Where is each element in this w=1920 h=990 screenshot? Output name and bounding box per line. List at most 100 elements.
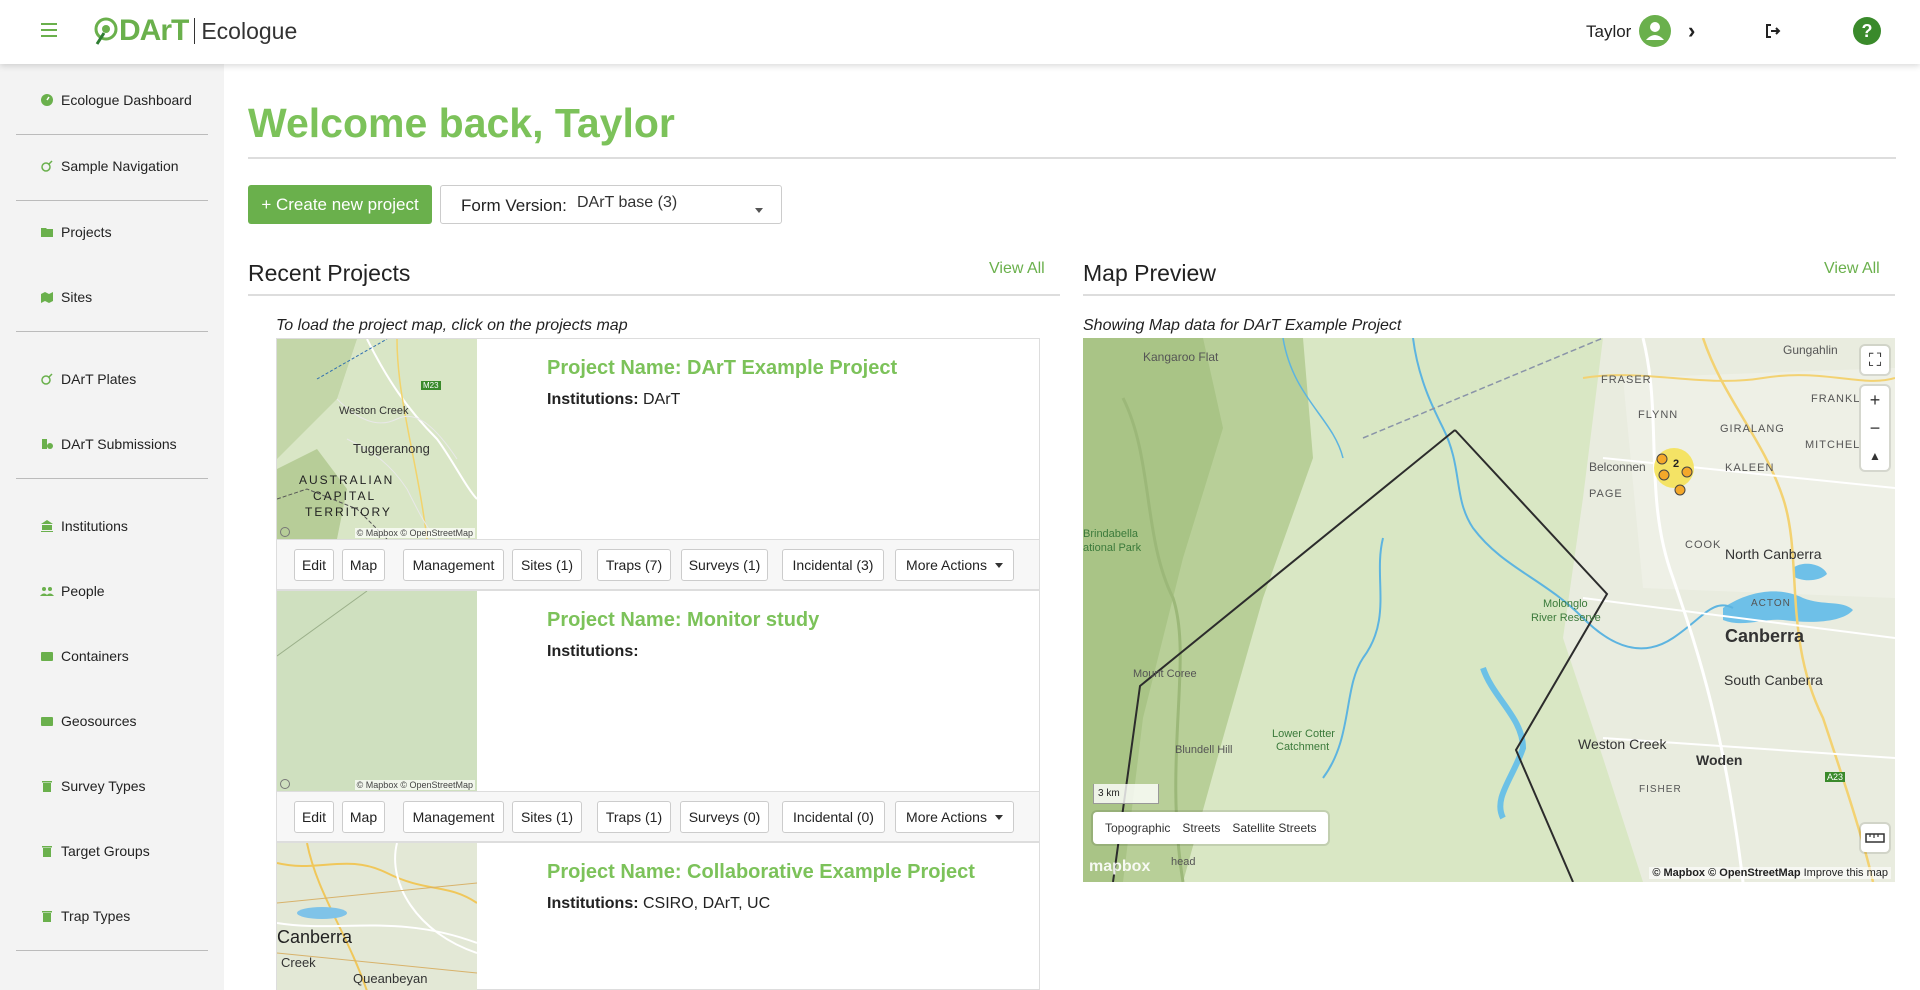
sidebar-item-label: Institutions [61,518,128,534]
map-preview[interactable]: Kangaroo Flat Gungahlin FRASER FRANKLIN … [1083,338,1895,882]
improve-map-link[interactable]: Improve this map [1804,867,1888,879]
user-name[interactable]: Taylor [1586,22,1631,42]
incidental-button[interactable]: Incidental (0) [782,801,885,833]
page-title: Welcome back, Taylor [248,100,675,146]
map-button[interactable]: Map [342,549,385,581]
chevron-down-icon [755,208,763,213]
sidebar-item-containers[interactable]: Containers [40,648,129,664]
sites-button[interactable]: Sites (1) [512,549,582,581]
title-divider [248,157,1896,159]
map-label: COOK [1685,539,1722,551]
form-version-value: DArT base (3) [577,194,678,211]
project-card: Weston Creek Tuggeranong AUSTRALIAN CAPI… [276,338,1040,590]
more-actions-label: More Actions [906,557,987,573]
thumbnail-map-graphic [277,591,477,791]
management-button[interactable]: Management [403,549,504,581]
attribution-mapbox[interactable]: © Mapbox [1652,867,1705,879]
map-label: Blundell Hill [1175,744,1233,756]
map-scale: 3 km [1093,784,1159,804]
ruler-icon[interactable] [1861,824,1889,852]
avatar[interactable] [1639,15,1671,47]
style-satellite-streets[interactable]: Satellite Streets [1226,821,1322,835]
project-map-thumbnail[interactable]: Canberra Creek Queanbeyan [277,843,477,990]
create-project-button[interactable]: + Create new project [248,185,432,224]
chevron-right-icon[interactable]: › [1688,18,1695,44]
map-label: FLYNN [1638,409,1679,421]
sites-button[interactable]: Sites (1) [512,801,582,833]
sidebar-item-people[interactable]: People [40,583,105,599]
mapbox-logo[interactable]: mapbox [1089,858,1150,876]
more-actions-button[interactable]: More Actions [895,549,1014,581]
management-button[interactable]: Management [403,801,504,833]
incidental-button[interactable]: Incidental (3) [782,549,884,581]
map-label: Mount Coree [1133,668,1197,680]
sidebar-item-target-groups[interactable]: Target Groups [40,843,150,859]
sidebar-item-survey-types[interactable]: Survey Types [40,778,146,794]
fullscreen-control: ⛶ [1861,346,1889,374]
map-preview-view-all-link[interactable]: View All [1824,260,1880,278]
logout-icon[interactable] [1764,22,1782,40]
map-label: Molonglo [1543,598,1588,610]
traps-button[interactable]: Traps (1) [597,801,671,833]
project-name[interactable]: Project Name: Monitor study [547,609,819,632]
plate-icon [40,372,54,386]
project-name[interactable]: Project Name: Collaborative Example Proj… [547,861,975,884]
edit-button[interactable]: Edit [294,549,334,581]
recent-projects-view-all-link[interactable]: View All [989,260,1045,278]
sidebar-item-sample-navigation[interactable]: Sample Navigation [40,158,179,174]
map-label: MITCHELL [1805,439,1868,451]
sidebar-item-trap-types[interactable]: Trap Types [40,908,130,924]
cluster-count[interactable]: 2 [1673,458,1679,470]
folder-icon [40,225,54,239]
recent-projects-divider [248,294,1060,296]
map-attribution: © Mapbox © OpenStreetMap [354,780,475,790]
form-version-select[interactable]: Form Version: DArT base (3) [440,185,782,224]
project-institutions: Institutions: CSIRO, DArT, UC [547,895,770,913]
edit-button[interactable]: Edit [294,801,334,833]
project-map-thumbnail[interactable]: © Mapbox © OpenStreetMap [277,591,477,791]
style-streets[interactable]: Streets [1176,821,1226,835]
zoom-in-icon[interactable]: + [1861,386,1889,414]
project-institutions: Institutions: [547,643,639,661]
chevron-down-icon [994,562,1003,568]
sidebar-item-projects[interactable]: Projects [40,224,112,240]
more-actions-button[interactable]: More Actions [895,801,1014,833]
map-label: PAGE [1589,488,1623,500]
sidebar-item-institutions[interactable]: Institutions [40,518,128,534]
project-name[interactable]: Project Name: DArT Example Project [547,357,897,380]
trash-icon [40,909,54,923]
style-topographic[interactable]: Topographic [1099,821,1176,835]
surveys-button[interactable]: Surveys (0) [680,801,769,833]
geosource-icon [40,714,54,728]
sidebar-item-dart-submissions[interactable]: DArT Submissions [40,436,177,452]
sidebar-item-label: Geosources [61,713,137,729]
map-button[interactable]: Map [342,801,385,833]
traps-button[interactable]: Traps (7) [597,549,671,581]
trash-icon [40,844,54,858]
map-label: ACTON [1751,598,1791,609]
sidebar-item-dart-plates[interactable]: DArT Plates [40,371,136,387]
sidebar-item-geosources[interactable]: Geosources [40,713,136,729]
zoom-out-icon[interactable]: − [1861,414,1889,442]
menu-icon[interactable] [41,23,57,37]
brand-name: DArT [119,14,189,47]
map-label: Weston Creek [1578,736,1667,752]
app-logo[interactable]: DArT Ecologue [93,16,297,46]
compass-icon[interactable]: ▲ [1861,442,1889,470]
sidebar-item-dashboard[interactable]: Ecologue Dashboard [40,92,192,108]
map-attribution: © Mapbox © OpenStreetMap Improve this ma… [1649,867,1891,879]
attribution-osm[interactable]: © OpenStreetMap [1708,867,1800,879]
sidebar-item-sites[interactable]: Sites [40,289,92,305]
project-map-thumbnail[interactable]: Weston Creek Tuggeranong AUSTRALIAN CAPI… [277,339,477,539]
fullscreen-icon[interactable]: ⛶ [1861,346,1889,374]
map-label: KALEEN [1725,462,1775,474]
map-graphic [1083,338,1895,882]
help-icon[interactable]: ? [1853,17,1881,45]
map-icon [40,290,54,304]
surveys-button[interactable]: Surveys (1) [681,549,768,581]
sidebar-divider [16,478,208,479]
institutions-value: DArT [643,391,681,408]
thumb-label: TERRITORY [305,505,392,519]
app-name: Ecologue [201,18,298,44]
map-label: FRASER [1601,374,1652,386]
